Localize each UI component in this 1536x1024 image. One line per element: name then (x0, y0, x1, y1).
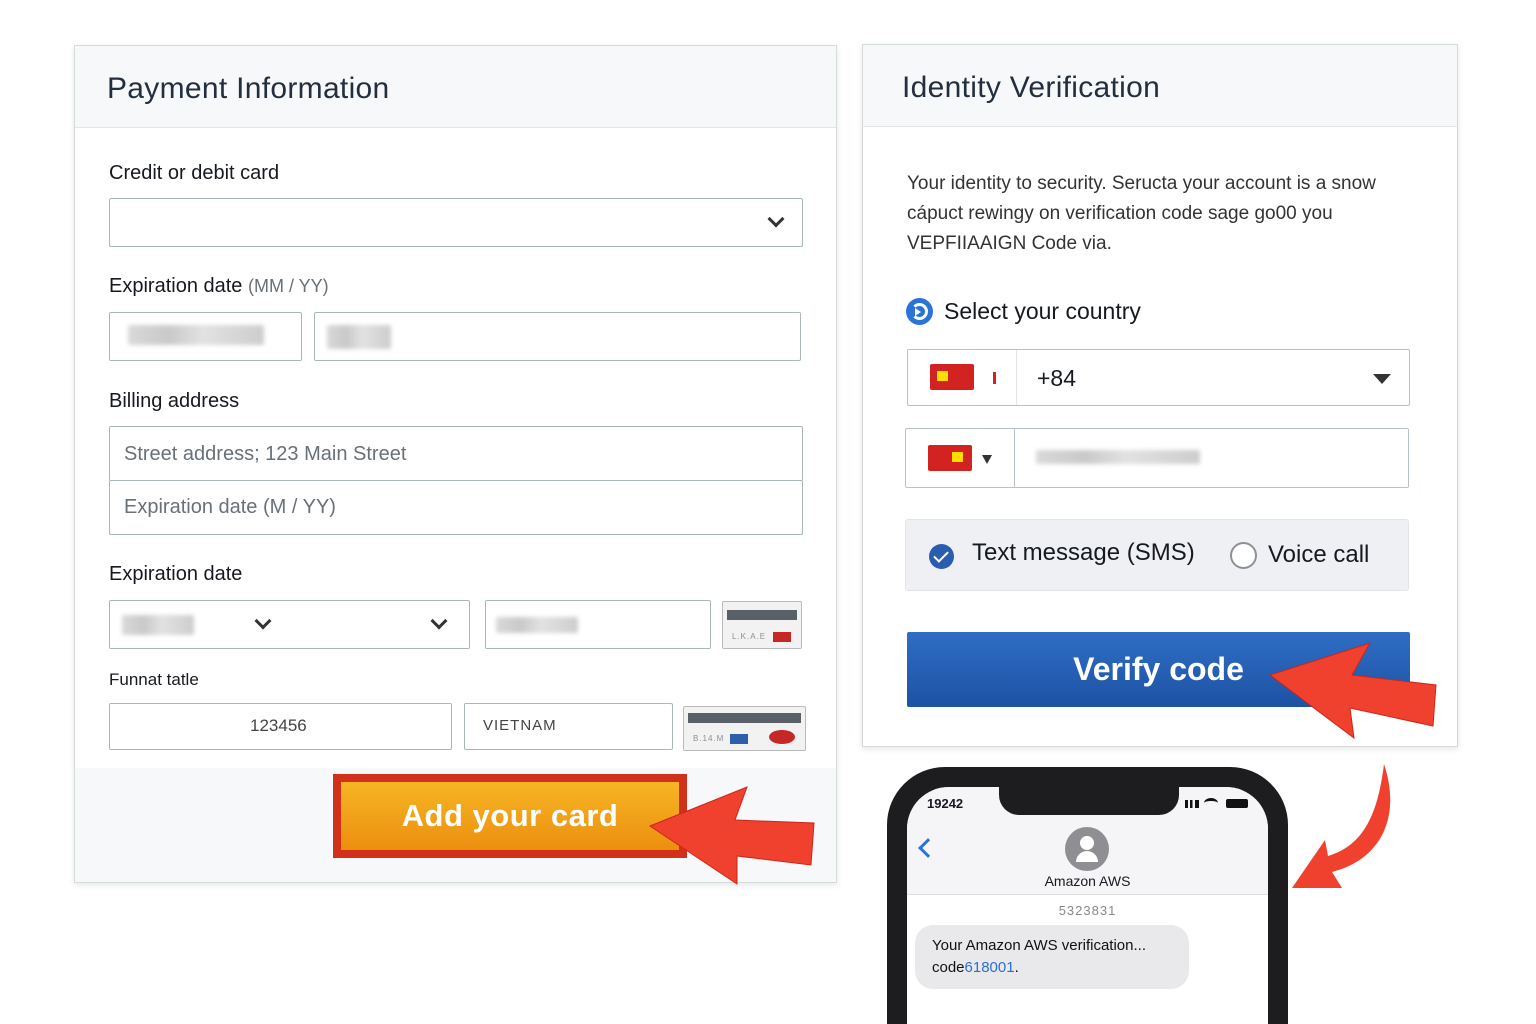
verify-code-button[interactable]: Verify code (907, 632, 1410, 707)
expiry-year-input[interactable] (314, 312, 801, 361)
phone-notch (999, 787, 1179, 815)
redacted-value (496, 617, 578, 633)
wifi-icon (1204, 798, 1218, 808)
desc-line: VEPFIIAAIGN Code via. (907, 233, 1112, 254)
arrow-to-phone (1292, 764, 1391, 888)
input-divider (1014, 429, 1015, 487)
refresh-icon (906, 298, 933, 325)
expiry-select[interactable] (109, 600, 470, 649)
chat-header: 19242 Amazon AWS (907, 787, 1268, 895)
expiration-hint: (MM / YY) (247, 276, 329, 296)
identity-description: Your identity to security. Seructa your … (907, 169, 1427, 259)
message-code-line: code618001. (932, 959, 1019, 976)
payment-title: Payment Information (107, 72, 390, 105)
payment-panel: Payment Information Credit or debit card… (74, 45, 837, 883)
card-brands-icon: B.14.M (683, 706, 806, 751)
expiration-label-2: Expiration date (109, 563, 243, 585)
desc-line: Your identity to security. Seructa your … (907, 173, 1376, 194)
billing-expiry-input[interactable]: Expiration date (M / YY) (109, 480, 803, 535)
message-line: Your Amazon AWS verification... (932, 937, 1146, 954)
code-value: 123456 (250, 716, 307, 735)
add-card-label: Add your card (341, 782, 679, 850)
redacted-value (122, 615, 194, 635)
select-divider (1016, 350, 1017, 405)
identity-header: Identity Verification (863, 45, 1457, 127)
card-image-icon: L.K.A.E (722, 601, 802, 649)
chevron-down-icon (430, 612, 448, 630)
country-value: VIETNAM (483, 717, 557, 734)
desc-line: cápuct rewingy on verification code sage… (907, 203, 1333, 224)
vietnam-flag-icon (930, 364, 974, 390)
message-prefix: code (932, 959, 965, 976)
redacted-value (1036, 450, 1200, 464)
phone-number-input[interactable] (905, 428, 1409, 488)
dial-code: +84 (1037, 365, 1077, 391)
identity-panel: Identity Verification Your identity to s… (862, 44, 1458, 747)
expiration-label: Expiration date (MM / YY) (109, 275, 329, 298)
voice-label: Voice call (1268, 541, 1370, 568)
payment-header: Payment Information (75, 46, 836, 128)
chevron-down-icon (767, 210, 785, 228)
select-country-label: Select your country (944, 298, 1141, 324)
code-input[interactable]: 123456 (109, 703, 452, 750)
caret-down-icon (982, 455, 992, 464)
thread-id: 5323831 (1058, 903, 1117, 918)
card-label: Credit or debit card (109, 162, 280, 184)
street-address-input[interactable]: Street address; 123 Main Street (109, 426, 803, 481)
redacted-value (128, 325, 264, 345)
contact-name: Amazon AWS (1044, 873, 1131, 889)
format-label: Funnat tatle (109, 670, 199, 689)
expiry-extra-input[interactable] (485, 600, 711, 649)
sms-label: Text message (SMS) (972, 539, 1195, 566)
expiry-month-input[interactable] (109, 312, 302, 361)
identity-title: Identity Verification (902, 71, 1161, 104)
billing-expiry-placeholder: Expiration date (M / YY) (124, 496, 336, 518)
phone-screen: 19242 Amazon AWS 5323831 Your Amazon AWS… (907, 787, 1268, 1024)
chevron-down-icon (254, 612, 272, 630)
verification-code[interactable]: 618001 (965, 959, 1015, 976)
status-time: 19242 (927, 796, 964, 811)
signal-icon (1185, 800, 1199, 808)
sms-radio-checked[interactable] (929, 544, 954, 569)
billing-label: Billing address (109, 390, 240, 412)
country-input[interactable]: VIETNAM (464, 703, 673, 750)
expiration-label-text: Expiration date (109, 275, 243, 297)
back-chevron-icon[interactable] (918, 838, 938, 858)
voice-radio[interactable] (1230, 542, 1257, 569)
delivery-method-group: Text message (SMS) Voice call (905, 519, 1409, 591)
sms-bubble: Your Amazon AWS verification... code6180… (915, 925, 1189, 989)
street-placeholder: Street address; 123 Main Street (124, 443, 407, 465)
caret-down-icon (1373, 374, 1391, 384)
country-code-select[interactable]: +84 (907, 349, 1410, 406)
card-select[interactable] (109, 198, 803, 247)
redacted-value (327, 325, 391, 349)
battery-icon (1226, 799, 1248, 808)
contact-avatar-icon (1065, 827, 1109, 871)
flag-mark (993, 372, 996, 384)
add-card-button[interactable]: Add your card (333, 774, 687, 858)
vietnam-flag-icon (928, 445, 972, 471)
message-suffix: . (1014, 959, 1019, 976)
